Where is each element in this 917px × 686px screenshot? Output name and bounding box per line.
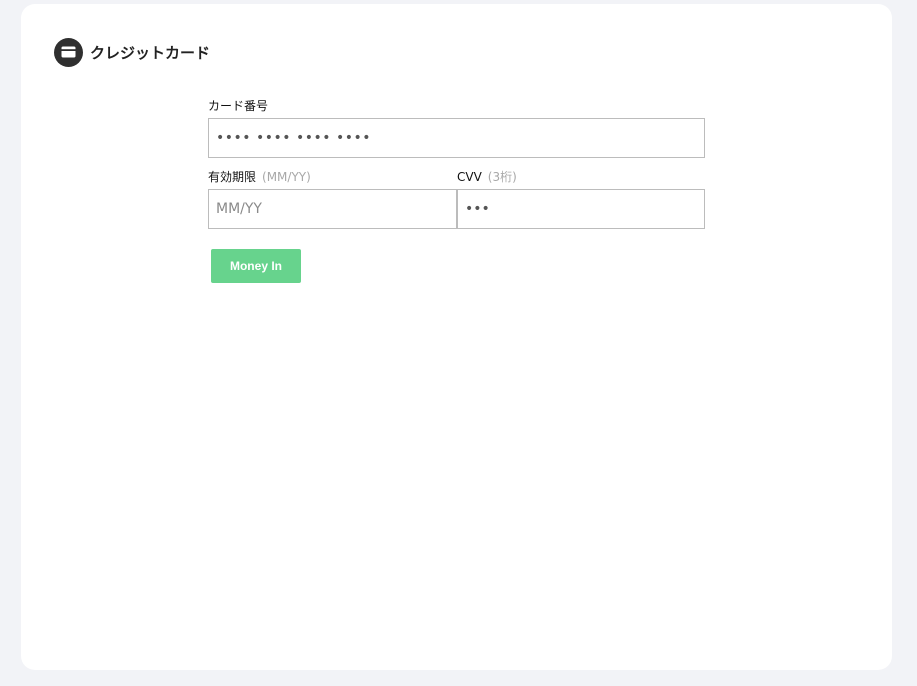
cvv-column: CVV (3桁) [457, 169, 705, 229]
expiry-label-text: 有効期限 [208, 170, 257, 184]
card-number-input[interactable] [208, 118, 705, 158]
section-title: クレジットカード [90, 43, 211, 62]
expiry-cvv-row: 有効期限 (MM/YY) CVV (3桁) [208, 169, 705, 229]
expiry-column: 有効期限 (MM/YY) [208, 169, 457, 229]
credit-card-icon [54, 37, 83, 67]
expiry-label: 有効期限 (MM/YY) [208, 169, 457, 185]
card-number-label: カード番号 [208, 99, 269, 113]
money-in-button[interactable]: Money In [211, 249, 301, 283]
cvv-label-text: CVV [457, 170, 482, 184]
cvv-input[interactable] [457, 189, 705, 229]
payment-card-panel: クレジットカード カード番号 有効期限 (MM/YY) CVV (3桁) Money… [21, 4, 892, 670]
section-header: クレジットカード [54, 37, 210, 67]
card-form: カード番号 有効期限 (MM/YY) CVV (3桁) [208, 98, 705, 229]
cvv-label: CVV (3桁) [457, 169, 705, 185]
expiry-hint: (MM/YY) [262, 170, 311, 184]
cvv-hint: (3桁) [487, 170, 517, 184]
expiry-input[interactable] [208, 189, 457, 229]
